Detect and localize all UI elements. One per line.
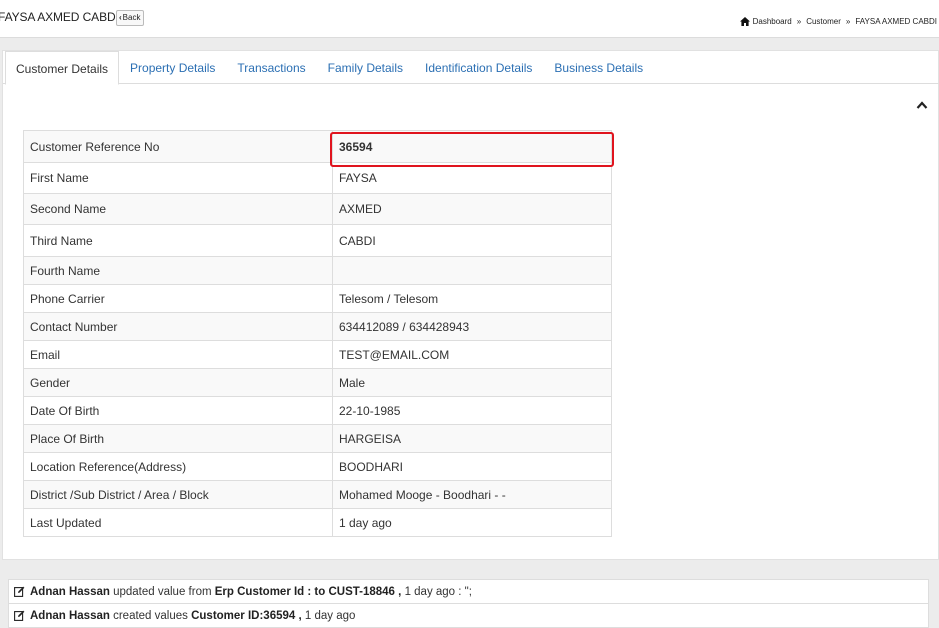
field-label: District /Sub District / Area / Block (23, 480, 333, 509)
breadcrumb-customer[interactable]: Customer (806, 17, 841, 26)
field-value: HARGEISA (332, 424, 612, 453)
customer-panel: Customer Details Property Details Transa… (2, 50, 939, 560)
breadcrumb-dashboard[interactable]: Dashboard (753, 17, 792, 26)
field-label: Gender (23, 368, 333, 397)
activity-user: Adnan Hassan (30, 609, 110, 622)
breadcrumb-separator: » (845, 17, 851, 26)
activity-action: updated value from (113, 585, 212, 598)
activity-detail: Customer ID:36594 , (191, 609, 302, 622)
field-label: Contact Number (23, 312, 333, 341)
field-label: Last Updated (23, 508, 333, 537)
table-row: Last Updated 1 day ago (23, 508, 612, 537)
field-value: CABDI (332, 224, 612, 257)
field-label: Customer Reference No (23, 130, 333, 163)
field-label: Phone Carrier (23, 284, 333, 313)
top-bar: FAYSA AXMED CABDI ‹ Back Dashboard » Cus… (0, 0, 939, 38)
field-label: Third Name (23, 224, 333, 257)
table-row: Phone Carrier Telesom / Telesom (23, 284, 612, 313)
table-row: Place Of Birth HARGEISA (23, 424, 612, 453)
edit-icon (14, 610, 25, 621)
back-button[interactable]: ‹ Back (116, 10, 145, 26)
field-value: 22-10-1985 (332, 396, 612, 425)
tab-customer-details[interactable]: Customer Details (5, 51, 120, 85)
breadcrumb: Dashboard » Customer » FAYSA AXMED CABDI (739, 17, 937, 26)
table-row: Customer Reference No 36594 (23, 130, 612, 163)
table-row: Location Reference(Address) BOODHARI (23, 452, 612, 481)
field-value: AXMED (332, 193, 612, 225)
activity-time: 1 day ago (304, 609, 356, 622)
field-label: Location Reference(Address) (23, 452, 333, 481)
field-value: Telesom / Telesom (332, 284, 612, 313)
list-item: Adnan Hassan created values Customer ID:… (8, 604, 929, 628)
field-label: Date Of Birth (23, 396, 333, 425)
tab-bar: Customer Details Property Details Transa… (3, 51, 939, 85)
table-row: Date Of Birth 22-10-1985 (23, 396, 612, 425)
table-row: Contact Number 634412089 / 634428943 (23, 312, 612, 341)
tab-transactions[interactable]: Transactions (226, 51, 316, 83)
field-value (332, 256, 612, 285)
activity-log: Adnan Hassan updated value from Erp Cust… (8, 579, 929, 628)
table-row: Third Name CABDI (23, 224, 612, 257)
edit-icon (14, 586, 25, 597)
table-row: Fourth Name (23, 256, 612, 285)
field-value: 634412089 / 634428943 (332, 312, 612, 341)
field-label: Fourth Name (23, 256, 333, 285)
breadcrumb-separator: » (796, 17, 802, 26)
chevron-up-icon[interactable] (916, 100, 928, 110)
activity-time: 1 day ago : "; (404, 585, 472, 598)
field-label: Email (23, 340, 333, 369)
field-value: FAYSA (332, 162, 612, 194)
back-button-label: Back (122, 13, 141, 22)
field-value: 1 day ago (332, 508, 612, 537)
chevron-left-icon: ‹ (119, 13, 122, 22)
table-row: Email TEST@EMAIL.COM (23, 340, 612, 369)
table-row: Second Name AXMED (23, 193, 612, 225)
field-label: Place Of Birth (23, 424, 333, 453)
activity-detail: Erp Customer Id : to CUST-18846 , (214, 585, 402, 598)
activity-user: Adnan Hassan (30, 585, 110, 598)
field-value: BOODHARI (332, 452, 612, 481)
activity-action: created values (113, 609, 188, 622)
field-value: Mohamed Mooge - Boodhari - - (332, 480, 612, 509)
list-item: Adnan Hassan updated value from Erp Cust… (8, 579, 929, 604)
tab-identification-details[interactable]: Identification Details (414, 51, 543, 83)
breadcrumb-current: FAYSA AXMED CABDI (855, 17, 937, 26)
table-row: First Name FAYSA (23, 162, 612, 194)
table-row: Gender Male (23, 368, 612, 397)
table-row: District /Sub District / Area / Block Mo… (23, 480, 612, 509)
field-label: First Name (23, 162, 333, 194)
field-label: Second Name (23, 193, 333, 225)
tab-family-details[interactable]: Family Details (317, 51, 414, 83)
customer-reference-value: 36594 (332, 130, 612, 163)
home-icon (739, 17, 750, 26)
field-value: TEST@EMAIL.COM (332, 340, 612, 369)
page-title: FAYSA AXMED CABDI (0, 10, 119, 24)
field-value: Male (332, 368, 612, 397)
customer-details-table: Customer Reference No 36594 First Name F… (23, 130, 612, 537)
tab-property-details[interactable]: Property Details (119, 51, 226, 83)
tab-business-details[interactable]: Business Details (543, 51, 654, 83)
